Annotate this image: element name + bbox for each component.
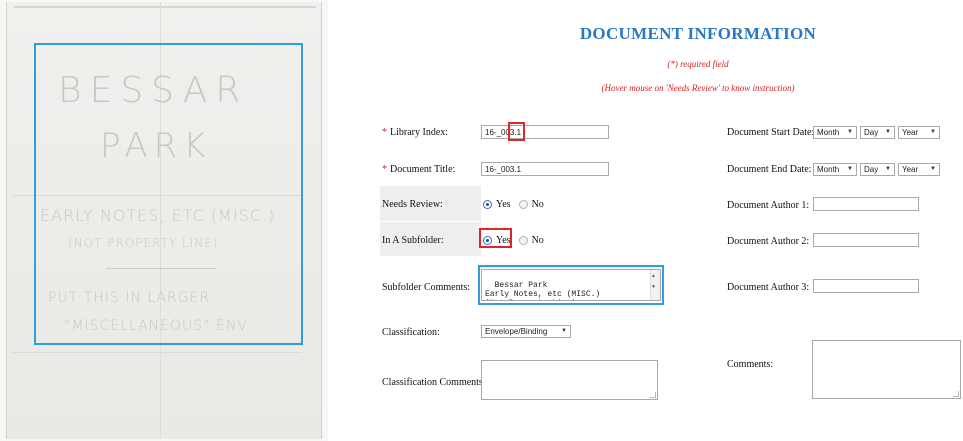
- subfolder-comments-label: Subfolder Comments:: [382, 282, 471, 293]
- chevron-down-icon: ▼: [885, 166, 891, 172]
- start-date-month-select[interactable]: Month ▼: [813, 126, 857, 139]
- library-index-highlight: [508, 122, 525, 141]
- in-subfolder-yes-highlight: [479, 228, 512, 248]
- classification-label: Classification:: [382, 327, 440, 338]
- author2-label: Document Author 2:: [727, 236, 810, 247]
- end-date-day-select[interactable]: Day ▼: [860, 163, 895, 176]
- chevron-down-icon: ▼: [561, 328, 567, 334]
- author1-input[interactable]: [813, 197, 919, 211]
- paper-flap-edge: [14, 6, 316, 34]
- required-mark: *: [382, 127, 387, 138]
- needs-review-no-label: No: [531, 199, 544, 210]
- needs-review-yes-label: Yes: [496, 199, 511, 210]
- comments-textarea[interactable]: [812, 340, 961, 399]
- hover-instruction-note: (Hover mouse on 'Needs Review' to know i…: [601, 83, 795, 93]
- end-month-value: Month: [817, 165, 840, 174]
- page-title: DOCUMENT INFORMATION: [579, 24, 817, 43]
- chevron-down-icon: ▼: [930, 166, 936, 172]
- required-field-note: (*) required field: [667, 59, 729, 69]
- start-date-year-select[interactable]: Year ▼: [898, 126, 940, 139]
- in-subfolder-label: In A Subfolder:: [382, 235, 444, 246]
- comments-label: Comments:: [727, 359, 774, 370]
- needs-review-no-radio[interactable]: [518, 200, 528, 209]
- in-subfolder-no-radio[interactable]: [518, 236, 528, 245]
- resize-handle-icon[interactable]: [650, 392, 656, 398]
- author3-label: Document Author 3:: [727, 282, 810, 293]
- document-title-label: * Document Title:: [382, 164, 455, 175]
- chevron-down-icon: ▼: [885, 129, 891, 135]
- chevron-down-icon: ▼: [930, 129, 936, 135]
- classification-comments-label: Classification Comments:: [382, 377, 486, 388]
- classification-comments-textarea[interactable]: [481, 360, 658, 400]
- scan-selection-highlight: [34, 43, 303, 345]
- needs-review-label[interactable]: Needs Review:: [382, 199, 443, 210]
- end-date-label: Document End Date:: [727, 164, 812, 175]
- subfolder-comments-highlight: [478, 265, 664, 305]
- document-title-input[interactable]: 16-_003.1: [481, 162, 609, 176]
- author2-input[interactable]: [813, 233, 919, 247]
- needs-review-yes-radio[interactable]: [483, 200, 492, 209]
- start-day-value: Day: [864, 128, 879, 137]
- document-title-label-text: Document Title:: [390, 164, 456, 175]
- start-date-label: Document Start Date:: [727, 127, 815, 138]
- required-mark: *: [382, 164, 387, 175]
- chevron-down-icon: ▼: [847, 129, 853, 135]
- needs-review-radio-group: Yes No: [483, 199, 544, 210]
- end-year-value: Year: [902, 165, 919, 174]
- start-date-day-select[interactable]: Day ▼: [860, 126, 895, 139]
- paper-crease: [12, 352, 302, 353]
- document-scan-image: BESSAR PARK EARLY NOTES, ETC (MISC.) (NO…: [0, 0, 328, 441]
- start-year-value: Year: [902, 128, 919, 137]
- resize-handle-icon[interactable]: [953, 391, 959, 397]
- end-date-month-select[interactable]: Month ▼: [813, 163, 857, 176]
- end-day-value: Day: [864, 165, 879, 174]
- library-index-label: * Library Index:: [382, 127, 448, 138]
- chevron-down-icon: ▼: [847, 166, 853, 172]
- library-index-label-text: Library Index:: [390, 127, 449, 138]
- classification-value: Envelope/Binding: [485, 327, 548, 336]
- start-month-value: Month: [817, 128, 840, 137]
- author3-input[interactable]: [813, 279, 919, 293]
- author1-label: Document Author 1:: [727, 200, 810, 211]
- library-index-input[interactable]: 16-_003.1: [481, 125, 609, 139]
- classification-select[interactable]: Envelope/Binding ▼: [481, 325, 571, 338]
- end-date-year-select[interactable]: Year ▼: [898, 163, 940, 176]
- in-subfolder-no-label: No: [531, 235, 544, 246]
